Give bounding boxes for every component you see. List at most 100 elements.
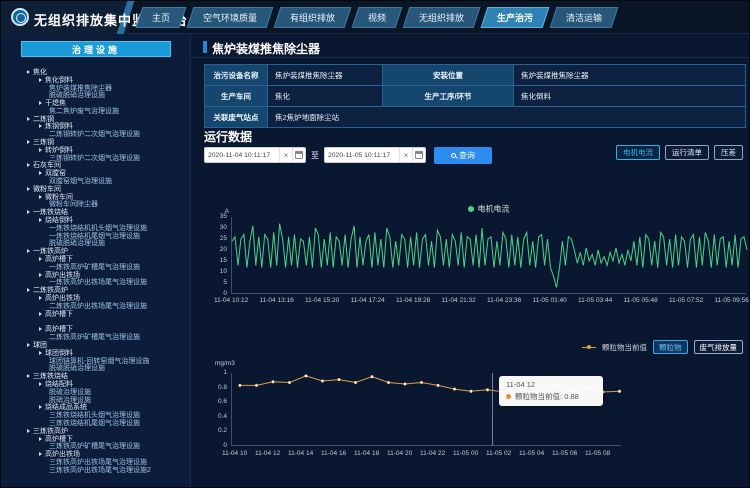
tree-item[interactable]: 二炼铁高炉矿槽尾气治理设施 [1, 333, 190, 341]
tree-item[interactable]: 焦二焦炉废气治理设施 [1, 107, 190, 115]
tree-item[interactable]: 石灰车间 [1, 162, 190, 170]
x-tick-label: 11-04 20 [387, 450, 412, 457]
nav-item-label: 视频 [368, 11, 386, 24]
y-tick-label: 0.2 [218, 427, 227, 434]
x-tick-label: 11-05 09:56 [715, 297, 749, 304]
y-tick-label: 0.6 [218, 398, 227, 405]
expand-arrow-icon [27, 70, 30, 74]
expand-arrow-icon [27, 163, 30, 167]
date-to-calendar-icon[interactable] [412, 147, 425, 163]
nav-item-1[interactable]: 主页 [136, 7, 187, 28]
tree-item[interactable]: 一炼铁高炉矿槽尾气治理设施 [1, 263, 190, 271]
nav-item-6[interactable]: 生产治污 [481, 7, 550, 28]
y-tick-label: 25 [220, 235, 227, 242]
chart1-y-axis: 05101520253035 [199, 217, 229, 294]
table-value-cell: 焦化倒料 [514, 86, 745, 106]
tree-item[interactable]: 一炼铁高炉 [1, 247, 190, 255]
expand-arrow-icon [27, 187, 30, 191]
tree-item-label: 三炼铁高炉出铁场尾气治理设施2 [49, 465, 151, 475]
facility-section-button[interactable]: 治理设施 [21, 41, 171, 57]
chart2-legend-label[interactable]: 颗粒物当前值 [602, 342, 647, 353]
expand-arrow-icon [39, 312, 42, 316]
nav-item-label: 清洁运输 [566, 11, 602, 24]
y-tick-label: 0 [223, 442, 227, 449]
tree-item[interactable]: 烧结配料 [1, 380, 190, 388]
nav-item-5[interactable]: 无组织排放 [403, 7, 481, 28]
search-icon [451, 153, 456, 158]
tree-item[interactable]: 脱硫脱硝治理设施 [1, 364, 190, 372]
chart-tooltip: 11-04 12 颗粒物当前值: 0.88 [499, 376, 603, 406]
expand-arrow-icon [39, 296, 42, 300]
x-tick-label: 11-04 18 [354, 450, 379, 457]
expand-arrow-icon [27, 140, 30, 144]
facility-tree: 焦化焦化倒料焦炉装煤推焦除尘器脱硫脱硝治理设施干熄焦焦二焦炉废气治理设施二炼钢炼… [1, 68, 190, 488]
date-from-clear-icon[interactable]: × [279, 147, 292, 163]
tree-item[interactable]: 脱硫脱硝治理设施 [1, 91, 190, 99]
x-tick-label: 11-05 08 [585, 450, 610, 457]
tree-item-label: 高炉槽下 [45, 309, 73, 319]
tree-item[interactable]: 球团 [1, 341, 190, 349]
tree-item[interactable]: 三炼铁高炉 [1, 427, 190, 435]
chart2-y-axis: 00.20.40.60.81 [199, 373, 229, 446]
tree-item[interactable]: 微粉车间除尘器 [1, 201, 190, 209]
nav-item-4[interactable]: 视频 [352, 7, 403, 28]
date-from-calendar-icon[interactable] [292, 147, 305, 163]
tree-item[interactable]: 三炼铁烧结 [1, 372, 190, 380]
tooltip-series-dot-icon [506, 394, 511, 399]
tree-item-label: 二炼铁高炉矿槽尾气治理设施 [49, 332, 140, 342]
tree-item[interactable]: 焦化 [1, 68, 190, 76]
mode-buttons: 电机电流 运行清单 压差 [616, 145, 743, 160]
table-label-cell: 生产工序/环节 [383, 86, 513, 106]
tree-item[interactable]: 脱硝治理设施 [1, 396, 190, 404]
date-to-input[interactable]: 2020-11-05 10:11:17 × [324, 147, 426, 163]
date-from-value[interactable]: 2020-11-04 10:11:17 [205, 152, 279, 159]
nav-item-2[interactable]: 空气环境质量 [187, 7, 274, 28]
nav-item-7[interactable]: 清洁运输 [550, 7, 619, 28]
table-label-cell: 安装位置 [383, 65, 513, 85]
tree-item[interactable]: 双膛窑烟气治理设施 [1, 177, 190, 185]
tree-item[interactable]: 高炉槽下 [1, 310, 190, 318]
run-data-section-title: 运行数据 [204, 128, 252, 145]
x-tick-label: 11-04 15:20 [305, 297, 339, 304]
y-tick-label: 0 [223, 290, 227, 297]
exhaust-volume-button[interactable]: 废气排放量 [694, 340, 744, 354]
x-tick-label: 11-04 21:32 [442, 297, 476, 304]
date-to-clear-icon[interactable]: × [399, 147, 412, 163]
expand-arrow-icon [27, 117, 30, 121]
table-label-cell: 关联废气站点 [205, 107, 267, 127]
tree-item[interactable]: 三炼钢 [1, 138, 190, 146]
expand-arrow-icon [39, 218, 42, 222]
particulate-button[interactable]: 颗粒物 [653, 340, 688, 354]
tree-item[interactable]: 一炼铁高炉出铁场尾气治理设施 [1, 279, 190, 287]
tree-item[interactable]: 二炼钢 [1, 115, 190, 123]
nav-item-label: 生产治污 [497, 11, 533, 24]
tree-item[interactable]: 三炼铁高炉矿槽尾气治理设施 [1, 442, 190, 450]
tree-item[interactable]: 一炼铁烧结 [1, 208, 190, 216]
mode-button-pressure-diff[interactable]: 压差 [714, 145, 743, 160]
x-tick-label: 11-05 04 [519, 450, 544, 457]
expand-arrow-icon [39, 124, 42, 128]
chart1-legend-label[interactable]: 电机电流 [478, 204, 510, 213]
title-accent-bar [203, 41, 207, 53]
tree-item[interactable]: 三炼钢转炉二次烟气治理设施 [1, 154, 190, 162]
date-from-input[interactable]: 2020-11-04 10:11:17 × [204, 147, 306, 163]
chart2-x-axis: 11-04 1011-04 1211-04 1411-04 1611-04 18… [231, 450, 631, 460]
query-button[interactable]: 查询 [434, 147, 492, 164]
expand-arrow-icon [39, 351, 42, 355]
mode-button-run-list[interactable]: 运行清单 [665, 145, 709, 160]
tree-item[interactable]: 三炼铁烧结机尾烟气治理设施 [1, 419, 190, 427]
tree-item[interactable]: 二炼铁高炉 [1, 286, 190, 294]
tree-item[interactable]: 微粉车间 [1, 185, 190, 193]
axis-pointer-line [492, 373, 493, 446]
y-tick-label: 20 [220, 246, 227, 253]
date-to-value[interactable]: 2020-11-05 10:11:17 [325, 152, 399, 159]
tree-item[interactable]: 脱硫治理设施 [1, 388, 190, 396]
tree-item[interactable]: 脱硫脱硝治理设施 [1, 240, 190, 248]
tree-item[interactable]: 二炼铁高炉出铁场尾气治理设施 [1, 302, 190, 310]
mode-button-motor-current[interactable]: 电机电流 [616, 145, 660, 160]
expand-arrow-icon [27, 429, 30, 433]
table-value-cell: 焦炉装煤推焦除尘器 [514, 65, 745, 85]
tree-item[interactable]: 三炼铁高炉出铁场尾气治理设施2 [1, 466, 190, 474]
tree-item[interactable]: 二炼钢转炉二次烟气治理设施 [1, 130, 190, 138]
nav-item-3[interactable]: 有组织排放 [274, 7, 352, 28]
